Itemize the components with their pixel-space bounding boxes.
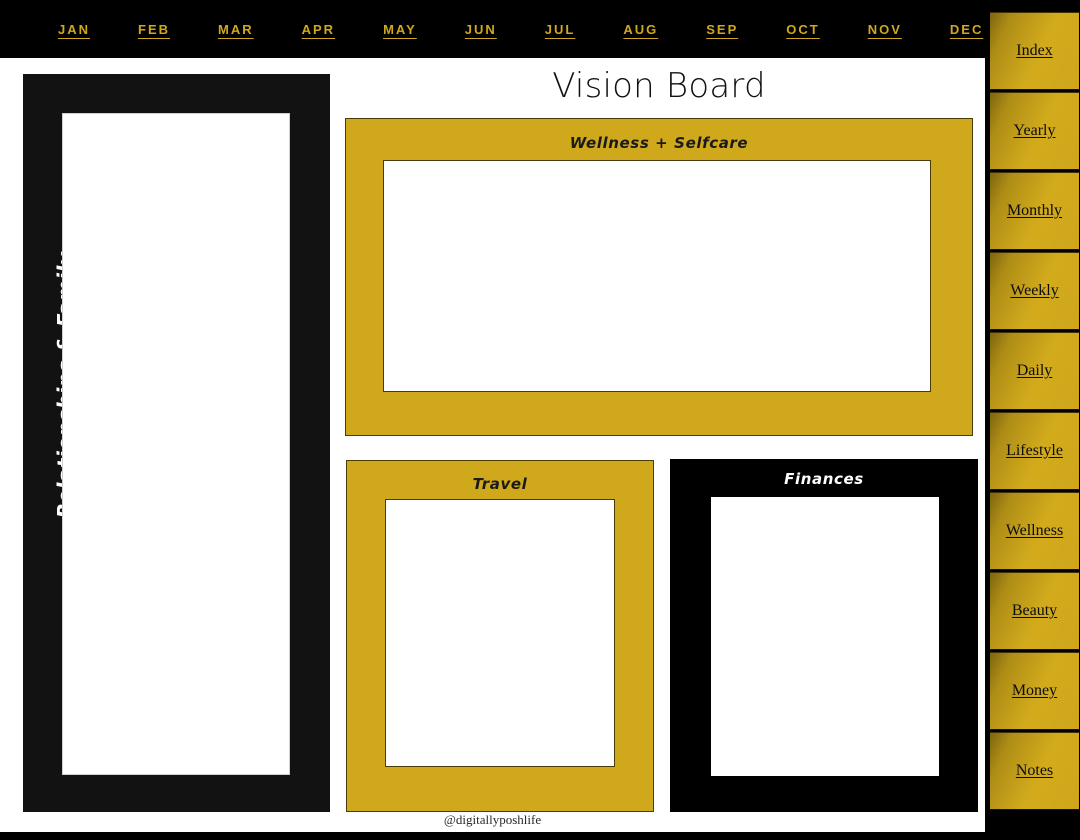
month-tab-dec[interactable]: DEC: [948, 19, 985, 40]
sidebar-item-label: Wellness: [1005, 522, 1064, 539]
month-tab-jul[interactable]: JUL: [543, 19, 578, 40]
card-relationships-family[interactable]: Relationships & Family: [23, 74, 330, 812]
sidebar-item-monthly[interactable]: Monthly: [990, 172, 1079, 250]
month-tab-aug[interactable]: AUG: [621, 19, 660, 40]
image-placeholder-relationships-family[interactable]: [62, 113, 290, 775]
card-travel[interactable]: Travel: [346, 460, 654, 812]
month-tab-jan[interactable]: JAN: [56, 19, 92, 40]
section-tab-rail: Index Yearly Monthly Weekly Daily Lifest…: [985, 0, 1080, 840]
sidebar-item-label: Weekly: [1010, 282, 1059, 299]
card-title-finances: Finances: [784, 470, 864, 488]
sidebar-item-daily[interactable]: Daily: [990, 332, 1079, 410]
image-placeholder-travel[interactable]: [385, 499, 615, 767]
bottom-bar: [0, 832, 1080, 840]
month-tab-jun[interactable]: JUN: [463, 19, 499, 40]
sidebar-item-beauty[interactable]: Beauty: [990, 572, 1079, 650]
sidebar-item-label: Daily: [1016, 362, 1053, 379]
month-tab-may[interactable]: MAY: [381, 19, 419, 40]
sidebar-item-label: Notes: [1015, 762, 1054, 779]
month-navigation-bar: JAN FEB MAR APR MAY JUN JUL AUG SEP OCT …: [0, 0, 985, 58]
month-tab-mar[interactable]: MAR: [216, 19, 256, 40]
sidebar-item-index[interactable]: Index: [990, 12, 1079, 90]
sidebar-item-label: Lifestyle: [1006, 442, 1063, 459]
sidebar-item-label: Beauty: [1011, 602, 1058, 619]
image-placeholder-finances[interactable]: [711, 497, 939, 776]
sidebar-item-weekly[interactable]: Weekly: [990, 252, 1079, 330]
sidebar-item-wellness[interactable]: Wellness: [990, 492, 1079, 570]
vision-board-page: JAN FEB MAR APR MAY JUN JUL AUG SEP OCT …: [0, 0, 1080, 840]
image-placeholder-wellness-selfcare[interactable]: [383, 160, 931, 392]
month-tab-nov[interactable]: NOV: [866, 19, 904, 40]
card-title-wellness-selfcare: Wellness + Selfcare: [569, 134, 749, 152]
sidebar-item-money[interactable]: Money: [990, 652, 1079, 730]
sidebar-item-label: Yearly: [1013, 122, 1056, 139]
month-tab-sep[interactable]: SEP: [704, 19, 740, 40]
card-wellness-selfcare[interactable]: Wellness + Selfcare: [345, 118, 973, 436]
month-tab-oct[interactable]: OCT: [784, 19, 821, 40]
sidebar-item-label: Index: [1016, 42, 1053, 59]
sidebar-item-label: Money: [1011, 682, 1058, 699]
sidebar-item-lifestyle[interactable]: Lifestyle: [990, 412, 1079, 490]
card-title-travel: Travel: [472, 475, 528, 493]
sidebar-item-label: Monthly: [1006, 202, 1063, 219]
card-finances[interactable]: Finances: [670, 459, 978, 812]
sidebar-item-notes[interactable]: Notes: [990, 732, 1079, 810]
sidebar-item-yearly[interactable]: Yearly: [990, 92, 1079, 170]
page-title: Vision Board: [552, 66, 766, 106]
credit-handle: @digitallyposhlife: [443, 812, 542, 827]
month-tab-apr[interactable]: APR: [300, 19, 337, 40]
month-tab-feb[interactable]: FEB: [136, 19, 172, 40]
